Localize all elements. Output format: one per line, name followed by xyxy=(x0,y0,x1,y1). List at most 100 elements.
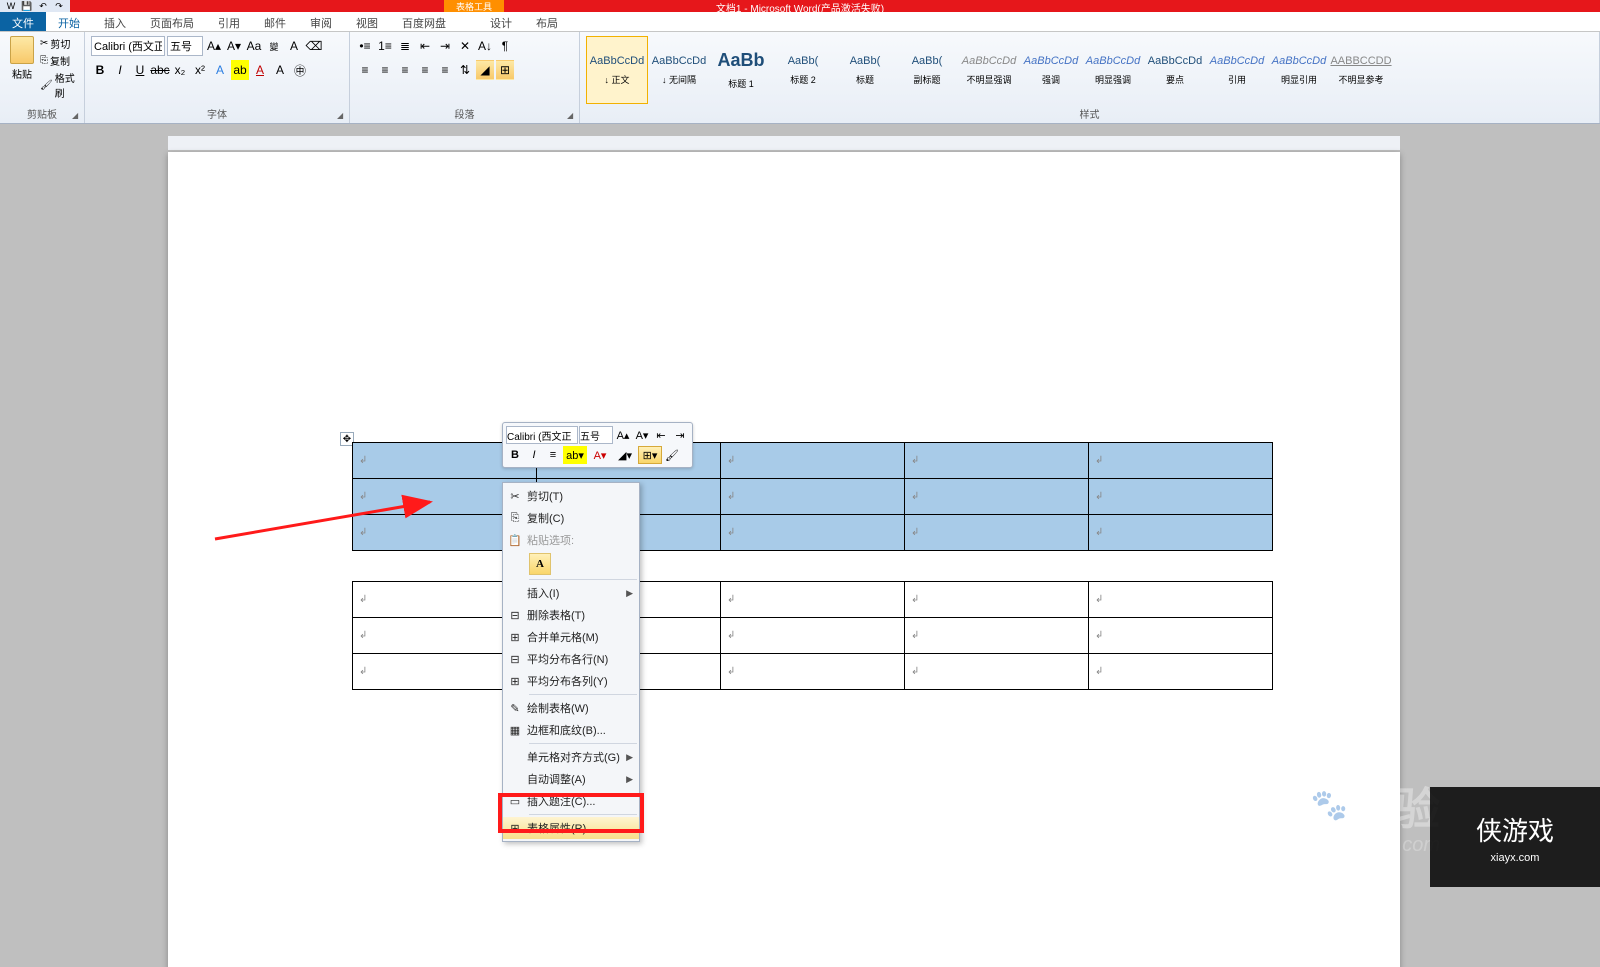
menu-cell-alignment[interactable]: 单元格对齐方式(G)▶ xyxy=(503,746,639,768)
superscript-button[interactable]: x² xyxy=(191,60,209,80)
style-item[interactable]: AaBbCcDd要点 xyxy=(1144,36,1206,104)
mini-format-painter[interactable]: 🖌 xyxy=(663,446,681,464)
style-item[interactable]: AaBbCcDd引用 xyxy=(1206,36,1268,104)
menu-copy[interactable]: ⎘复制(C) xyxy=(503,507,639,529)
format-painter-button[interactable]: 🖌格式刷 xyxy=(40,70,78,100)
underline-button[interactable]: U xyxy=(131,60,149,80)
menu-autofit[interactable]: 自动调整(A)▶ xyxy=(503,768,639,790)
show-marks-button[interactable]: ¶ xyxy=(496,36,514,56)
tab-view[interactable]: 视图 xyxy=(344,12,390,31)
mini-grow-font[interactable]: A▴ xyxy=(614,426,632,444)
mini-font-color[interactable]: A▾ xyxy=(588,446,612,464)
style-item[interactable]: AaBb(副标题 xyxy=(896,36,958,104)
tab-mailings[interactable]: 邮件 xyxy=(252,12,298,31)
mini-italic[interactable]: I xyxy=(525,446,543,464)
menu-borders-shading[interactable]: ▦边框和底纹(B)... xyxy=(503,719,639,741)
menu-table-properties[interactable]: ⊞表格属性(R)... xyxy=(503,817,639,839)
mini-highlight[interactable]: ab▾ xyxy=(563,446,587,464)
style-item[interactable]: AaBbCcDd不明显强调 xyxy=(958,36,1020,104)
mini-decrease-indent[interactable]: ⇤ xyxy=(652,426,670,444)
document-page[interactable] xyxy=(168,152,1400,967)
style-item[interactable]: AaBb(标题 xyxy=(834,36,896,104)
style-item[interactable]: AaBbCcDd↓ 无间隔 xyxy=(648,36,710,104)
asian-layout-button[interactable]: ✕ xyxy=(456,36,474,56)
copy-button[interactable]: ⎘复制 xyxy=(40,53,78,68)
tab-review[interactable]: 审阅 xyxy=(298,12,344,31)
style-item[interactable]: AaBb标题 1 xyxy=(710,36,772,104)
style-item[interactable]: AaBbCcDd明显引用 xyxy=(1268,36,1330,104)
text-effects-button[interactable]: A xyxy=(211,60,229,80)
align-right-button[interactable]: ≡ xyxy=(396,60,414,80)
qat-redo-icon[interactable]: ↷ xyxy=(52,0,66,12)
tab-table-layout[interactable]: 布局 xyxy=(524,12,570,31)
font-launcher-icon[interactable]: ◢ xyxy=(337,111,347,121)
font-name-select[interactable] xyxy=(91,36,165,56)
qat-save-icon[interactable]: 💾 xyxy=(20,0,34,12)
grow-font-button[interactable]: A▴ xyxy=(205,36,223,56)
italic-button[interactable]: I xyxy=(111,60,129,80)
tab-insert[interactable]: 插入 xyxy=(92,12,138,31)
justify-button[interactable]: ≡ xyxy=(416,60,434,80)
highlight-button[interactable]: ab xyxy=(231,60,249,80)
tab-file[interactable]: 文件 xyxy=(0,12,46,31)
tab-baidu[interactable]: 百度网盘 xyxy=(390,12,458,31)
tab-page-layout[interactable]: 页面布局 xyxy=(138,12,206,31)
menu-insert-caption[interactable]: ▭插入题注(C)... xyxy=(503,790,639,812)
numbering-button[interactable]: 1≡ xyxy=(376,36,394,56)
menu-merge-cells[interactable]: ⊞合并单元格(M) xyxy=(503,626,639,648)
enclose-char-button[interactable]: ㊥ xyxy=(291,60,309,80)
char-border-button[interactable]: A xyxy=(285,36,303,56)
align-left-button[interactable]: ≡ xyxy=(356,60,374,80)
menu-insert[interactable]: 插入(I)▶ xyxy=(503,582,639,604)
char-shading-button[interactable]: A xyxy=(271,60,289,80)
mini-bold[interactable]: B xyxy=(506,446,524,464)
mini-shading-color[interactable]: ◢▾ xyxy=(613,446,637,464)
change-case-button[interactable]: Aa xyxy=(245,36,263,56)
clipboard-launcher-icon[interactable]: ◢ xyxy=(72,111,82,121)
decrease-indent-button[interactable]: ⇤ xyxy=(416,36,434,56)
mini-font-name[interactable] xyxy=(506,426,578,444)
qat-undo-icon[interactable]: ↶ xyxy=(36,0,50,12)
style-item[interactable]: AaBbCcDd↓ 正文 xyxy=(586,36,648,104)
sort-button[interactable]: A↓ xyxy=(476,36,494,56)
cut-button[interactable]: ✂剪切 xyxy=(40,36,78,51)
table-2[interactable]: ↲↲↲↲↲ ↲↲↲↲↲ ↲↲↲↲↲ xyxy=(352,581,1273,690)
mini-align[interactable]: ≡ xyxy=(544,446,562,464)
menu-distribute-rows[interactable]: ⊟平均分布各行(N) xyxy=(503,648,639,670)
paste-keep-formatting-button[interactable]: A xyxy=(529,553,551,575)
style-item[interactable]: AaBbCcDd明显强调 xyxy=(1082,36,1144,104)
increase-indent-button[interactable]: ⇥ xyxy=(436,36,454,56)
mini-increase-indent[interactable]: ⇥ xyxy=(671,426,689,444)
borders-button[interactable]: ⊞ xyxy=(496,60,514,80)
styles-gallery[interactable]: AaBbCcDd↓ 正文AaBbCcDd↓ 无间隔AaBb标题 1AaBb(标题… xyxy=(586,36,1593,104)
menu-draw-table[interactable]: ✎绘制表格(W) xyxy=(503,697,639,719)
paste-button[interactable]: 粘贴 xyxy=(6,36,38,86)
shading-button[interactable]: ◢ xyxy=(476,60,494,80)
table-1[interactable]: ↲↲↲↲↲ ↲↲↲↲↲ ↲↲↲↲↲ xyxy=(352,442,1273,551)
menu-distribute-cols[interactable]: ⊞平均分布各列(Y) xyxy=(503,670,639,692)
subscript-button[interactable]: x₂ xyxy=(171,60,189,80)
mini-insert-table[interactable]: ⊞▾ xyxy=(638,446,662,464)
qat-word-icon[interactable]: W xyxy=(4,0,18,12)
tab-references[interactable]: 引用 xyxy=(206,12,252,31)
horizontal-ruler[interactable] xyxy=(168,136,1400,150)
multilevel-list-button[interactable]: ≣ xyxy=(396,36,414,56)
mini-font-size[interactable] xyxy=(579,426,613,444)
style-item[interactable]: AaBbCcDd强调 xyxy=(1020,36,1082,104)
strikethrough-button[interactable]: abc xyxy=(151,60,169,80)
style-item[interactable]: AaBb(标题 2 xyxy=(772,36,834,104)
bullets-button[interactable]: •≡ xyxy=(356,36,374,56)
style-item[interactable]: AABBCCDD不明显参考 xyxy=(1330,36,1392,104)
phonetic-guide-button[interactable]: 變 xyxy=(265,36,283,56)
bold-button[interactable]: B xyxy=(91,60,109,80)
align-center-button[interactable]: ≡ xyxy=(376,60,394,80)
font-color-button[interactable]: A xyxy=(251,60,269,80)
font-size-select[interactable] xyxy=(167,36,203,56)
line-spacing-button[interactable]: ⇅ xyxy=(456,60,474,80)
menu-cut[interactable]: ✂剪切(T) xyxy=(503,485,639,507)
mini-shrink-font[interactable]: A▾ xyxy=(633,426,651,444)
shrink-font-button[interactable]: A▾ xyxy=(225,36,243,56)
distributed-button[interactable]: ≡ xyxy=(436,60,454,80)
tab-table-design[interactable]: 设计 xyxy=(478,12,524,31)
tab-home[interactable]: 开始 xyxy=(46,12,92,31)
